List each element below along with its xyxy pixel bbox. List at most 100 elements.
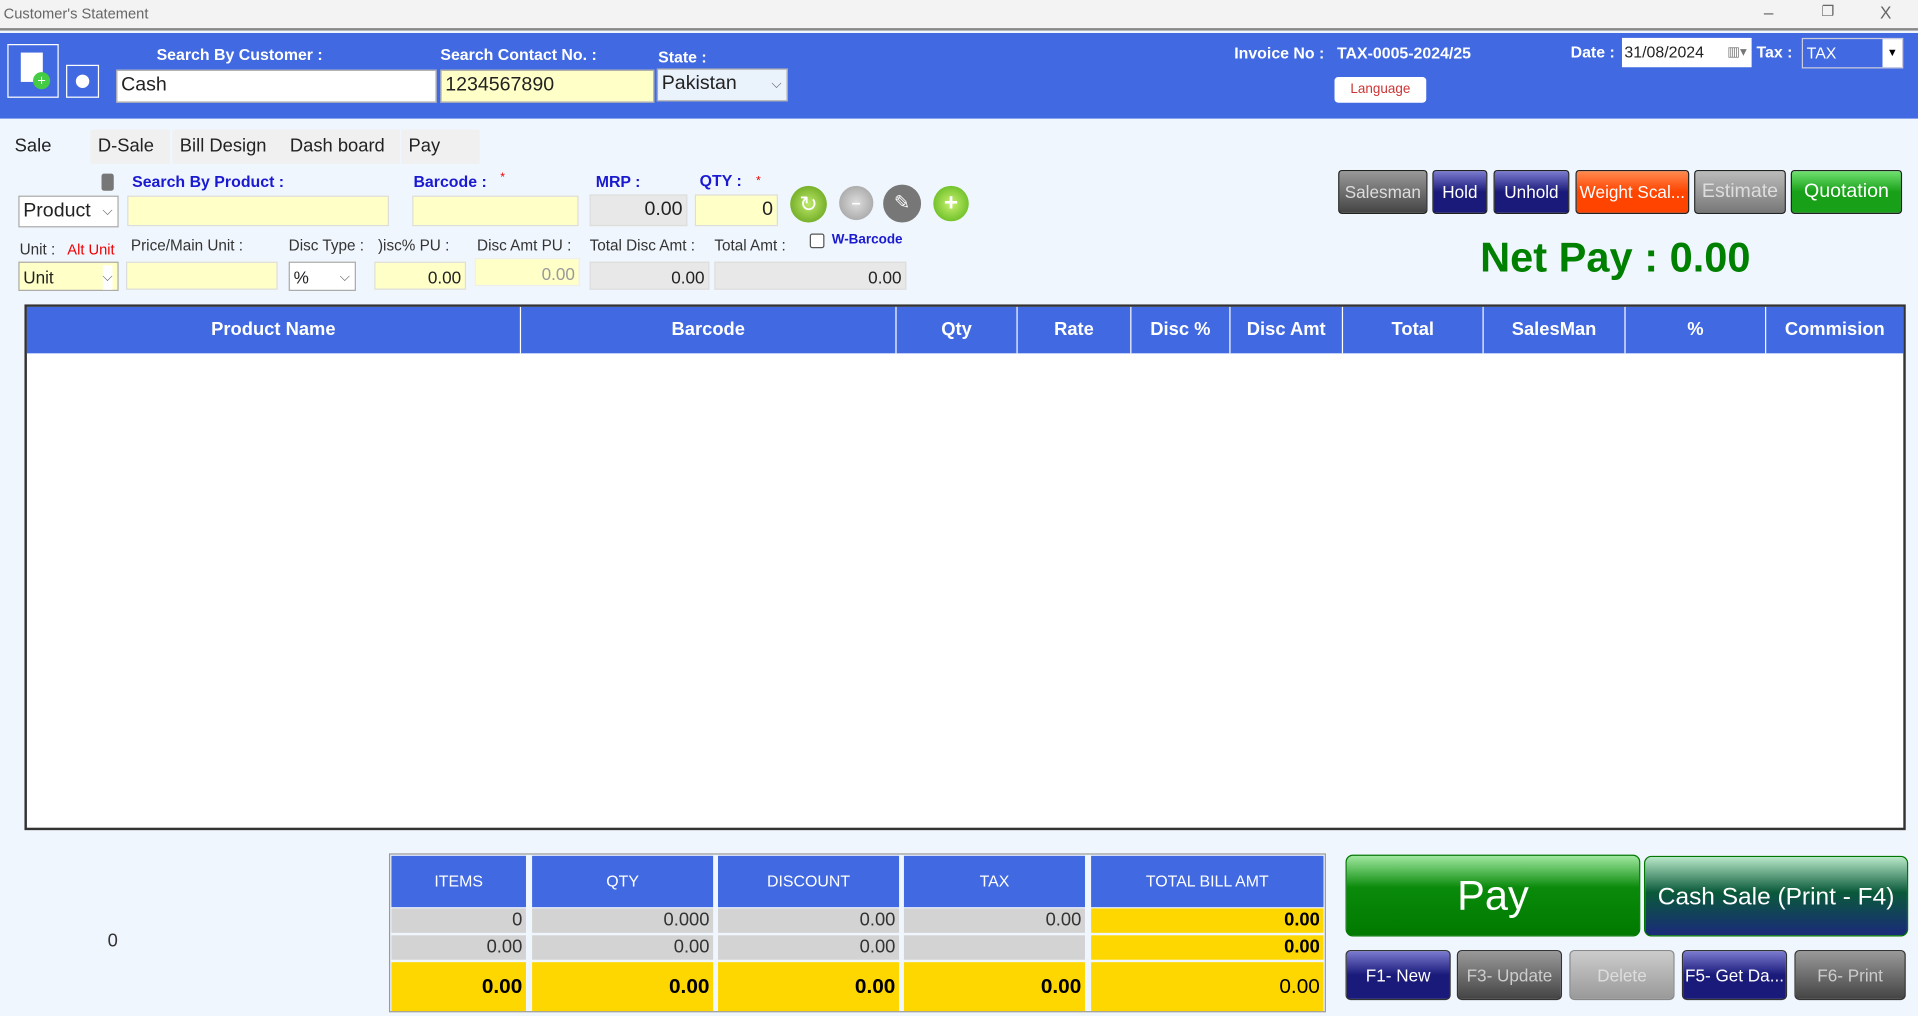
salesman-button[interactable]: Salesman xyxy=(1338,169,1428,214)
col-percent[interactable]: % xyxy=(1625,306,1767,354)
product-type-select[interactable]: Product ⌵ xyxy=(18,195,119,228)
new-customer-button[interactable]: + xyxy=(7,44,59,98)
col-product-name[interactable]: Product Name xyxy=(26,306,522,354)
price-input[interactable] xyxy=(125,261,278,290)
unit-label: Unit : xyxy=(19,240,56,258)
tax-select[interactable]: TAX ▼ xyxy=(1801,37,1904,69)
add-icon[interactable]: + xyxy=(933,185,969,222)
disc-type-select[interactable]: % ⌵ xyxy=(288,261,356,291)
col-disc-pct[interactable]: Disc % xyxy=(1131,306,1231,354)
wbarcode-checkbox[interactable] xyxy=(809,233,825,249)
summary-row2-discount: 0.00 xyxy=(718,935,900,960)
summary-row3-tax: 0.00 xyxy=(903,962,1085,1012)
summary-items: 0 xyxy=(391,908,526,933)
search-customer-button[interactable] xyxy=(66,64,100,98)
col-commission[interactable]: Commision xyxy=(1766,306,1904,354)
total-disc-label: Total Disc Amt : xyxy=(589,237,695,255)
alt-unit-label[interactable]: Alt Unit xyxy=(67,241,114,258)
search-customer-input[interactable]: Cash xyxy=(116,69,437,103)
disc-amt-label: Disc Amt PU : xyxy=(477,237,572,255)
summary-header-tax: TAX xyxy=(903,855,1085,908)
cash-sale-button[interactable]: Cash Sale (Print - F4) xyxy=(1643,855,1909,937)
invoice-value: TAX-0005-2024/25 xyxy=(1336,44,1472,63)
summary-header-total: TOTAL BILL AMT xyxy=(1091,855,1324,908)
summary-qty: 0.000 xyxy=(532,908,714,933)
summary-tax: 0.00 xyxy=(903,908,1085,933)
restore-button[interactable]: ❐ xyxy=(1821,2,1834,19)
summary-discount: 0.00 xyxy=(718,908,900,933)
qty-label: QTY : xyxy=(699,171,742,190)
search-customer-label: Search By Customer : xyxy=(156,45,323,64)
disc-type-label: Disc Type : xyxy=(288,237,365,255)
barcode-label: Barcode : xyxy=(413,172,487,191)
wbarcode-label: W-Barcode xyxy=(831,232,903,247)
col-qty[interactable]: Qty xyxy=(896,306,1018,354)
summary-row2-total: 0.00 xyxy=(1091,935,1324,960)
search-contact-input[interactable]: 1234567890 xyxy=(440,69,655,103)
disc-pct-input[interactable]: 0.00 xyxy=(374,261,467,290)
minimize-button[interactable]: – xyxy=(1764,2,1774,22)
state-select[interactable]: Pakistan ⌵ xyxy=(656,68,788,102)
close-button[interactable]: X xyxy=(1880,2,1891,22)
dropdown-arrow-icon: ▼ xyxy=(1882,39,1903,68)
col-rate[interactable]: Rate xyxy=(1017,306,1132,354)
total-amt-value: 0.00 xyxy=(714,261,907,290)
summary-header-qty: QTY xyxy=(532,855,714,908)
tab-d-sale[interactable]: D-Sale xyxy=(90,129,171,164)
summary-header-discount: DISCOUNT xyxy=(718,855,900,908)
tab-sale[interactable]: Sale xyxy=(7,129,91,164)
edit-icon[interactable]: ✎ xyxy=(883,184,922,223)
unhold-button[interactable]: Unhold xyxy=(1493,169,1570,214)
summary-row2-tax xyxy=(903,935,1085,960)
quotation-button[interactable]: Quotation xyxy=(1790,169,1903,214)
delete-button[interactable]: Delete xyxy=(1569,949,1675,1001)
summary-row3-qty: 0.00 xyxy=(532,962,714,1012)
col-disc-amt[interactable]: Disc Amt xyxy=(1230,306,1344,354)
mrp-input[interactable]: 0.00 xyxy=(589,194,688,227)
remove-icon[interactable]: – xyxy=(839,185,874,221)
product-grid[interactable]: Product Name Barcode Qty Rate Disc % Dis… xyxy=(24,304,1906,831)
chevron-down-icon: ⌵ xyxy=(339,270,350,285)
qty-input[interactable]: 0 xyxy=(694,194,778,227)
new-button[interactable]: F1- New xyxy=(1345,949,1451,1001)
total-disc-value: 0.00 xyxy=(589,261,710,290)
tab-bill-design[interactable]: Bill Design xyxy=(172,129,283,164)
calculator-icon[interactable] xyxy=(101,173,114,191)
disc-amt-input[interactable]: 0.00 xyxy=(474,257,580,287)
col-salesman[interactable]: SalesMan xyxy=(1483,306,1626,354)
search-product-input[interactable] xyxy=(127,195,389,227)
date-picker[interactable]: 31/08/2024 ▥▾ xyxy=(1621,37,1752,68)
col-total[interactable]: Total xyxy=(1343,306,1484,354)
update-button[interactable]: F3- Update xyxy=(1456,949,1563,1001)
item-count: 0 xyxy=(107,930,118,952)
summary-row3-discount: 0.00 xyxy=(718,962,900,1012)
col-barcode[interactable]: Barcode xyxy=(521,306,897,354)
tax-label: Tax : xyxy=(1756,42,1793,62)
pay-button[interactable]: Pay xyxy=(1345,854,1641,937)
summary-row2-items: 0.00 xyxy=(391,935,526,960)
estimate-button[interactable]: Estimate xyxy=(1694,169,1786,214)
header-bar: + Search By Customer : Cash Search Conta… xyxy=(0,33,1918,119)
print-button[interactable]: F6- Print xyxy=(1794,949,1906,1001)
state-label: State : xyxy=(658,47,707,67)
unit-select[interactable]: Unit ⌵ xyxy=(18,261,119,291)
search-icon xyxy=(75,74,90,89)
weight-scale-button[interactable]: Weight Scal... xyxy=(1575,169,1690,214)
invoice-label: Invoice No : xyxy=(1234,44,1325,63)
hold-button[interactable]: Hold xyxy=(1432,169,1488,214)
tab-pay[interactable]: Pay xyxy=(401,129,480,164)
summary-table: ITEMS QTY DISCOUNT TAX TOTAL BILL AMT 0 … xyxy=(388,853,1326,1013)
refresh-icon[interactable]: ↻ xyxy=(790,185,827,223)
summary-row2-qty: 0.00 xyxy=(532,935,714,960)
search-product-label: Search By Product : xyxy=(132,172,285,191)
get-data-button[interactable]: F5- Get Da... xyxy=(1681,949,1788,1001)
net-pay-display: Net Pay : 0.00 xyxy=(1480,234,1751,282)
barcode-input[interactable] xyxy=(412,195,579,227)
summary-total: 0.00 xyxy=(1091,908,1324,933)
tab-dashboard[interactable]: Dash board xyxy=(282,129,400,164)
price-label: Price/Main Unit : xyxy=(130,237,244,255)
disc-pct-label: )isc% PU : xyxy=(377,237,450,255)
chevron-down-icon: ⌵ xyxy=(102,204,113,219)
summary-row3-total: 0.00 xyxy=(1091,962,1324,1012)
language-button[interactable]: Language xyxy=(1334,77,1427,103)
